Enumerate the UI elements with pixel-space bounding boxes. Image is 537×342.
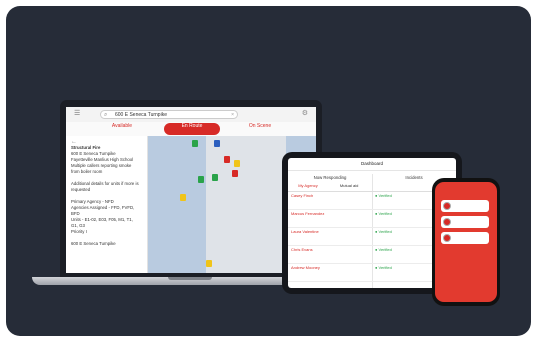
responder-row[interactable]: Andrew Mooney (288, 264, 372, 282)
dashboard-title: Dashboard (288, 158, 456, 171)
settings-icon[interactable]: ⚙ (302, 109, 308, 119)
responder-name: Laura Valentine (291, 229, 319, 234)
incident-avatar-icon (443, 234, 451, 242)
responder-name: Chris Evans (291, 247, 313, 252)
responder-name: Marcus Fernandez (291, 211, 325, 216)
address-search-value: 600 E Seneca Turnpike (115, 112, 167, 118)
phone-incident-card[interactable] (441, 200, 489, 212)
map-water (148, 136, 206, 273)
incident-avatar-icon (443, 218, 451, 226)
map-pin-icon[interactable] (232, 170, 238, 177)
map-pin-icon[interactable] (198, 176, 204, 183)
responder-status-bar: Available En Route On Scene (66, 122, 316, 137)
map-pin-icon[interactable] (192, 140, 198, 147)
now-responding-column: Now Responding My Agency Mutual aid Case… (288, 174, 373, 288)
incident-detail-line: 600 E Seneca Turnpike (71, 241, 116, 246)
map-pin-icon[interactable] (212, 174, 218, 181)
menu-icon[interactable]: ☰ (74, 110, 80, 118)
phone-display (435, 182, 497, 302)
address-search-input[interactable]: ⌕ 600 E Seneca Turnpike × (100, 110, 238, 119)
status-on-scene-label: On Scene (248, 123, 272, 129)
laptop-notch (168, 277, 212, 280)
search-icon: ⌕ (104, 112, 108, 118)
responder-list: Casey Finch Marcus Fernandez Laura Valenti… (288, 192, 372, 282)
map-pin-icon[interactable] (180, 194, 186, 201)
map-pin-icon[interactable] (206, 260, 212, 267)
responder-row[interactable]: Chris Evans (288, 246, 372, 264)
app-top-bar: ☰ ⌕ 600 E Seneca Turnpike × ⚙ (66, 107, 316, 123)
incident-details-text: Structural Fire 600 E Seneca Turnpike Faye… (71, 145, 142, 247)
status-en-route-label: En Route (181, 123, 203, 129)
phone-incident-card[interactable] (441, 232, 489, 244)
responder-row[interactable]: Marcus Fernandez (288, 210, 372, 228)
laptop-display: ☰ ⌕ 600 E Seneca Turnpike × ⚙ Available … (66, 107, 316, 273)
responder-name: Casey Finch (291, 193, 314, 198)
status-available-label: Available (111, 123, 133, 129)
responder-row[interactable]: Casey Finch (288, 192, 372, 210)
incident-avatar-icon (443, 202, 451, 210)
tablet-display: Dashboard Now Responding My Agency Mutua… (288, 158, 456, 288)
map-pin-icon[interactable] (234, 160, 240, 167)
phone-incident-card[interactable] (441, 216, 489, 228)
responder-row[interactable]: Laura Valentine (288, 228, 372, 246)
map-pin-icon[interactable] (214, 140, 220, 147)
agency-tabs: My Agency Mutual aid (288, 182, 372, 192)
tab-my-agency[interactable]: My Agency (288, 182, 328, 190)
status-en-route-button[interactable]: En Route (164, 123, 220, 135)
clear-search-icon[interactable]: × (231, 111, 234, 120)
incident-details-panel: ← Structural Fire 600 E Seneca Turnpike Fa… (66, 136, 148, 273)
status-available-button[interactable]: Available (94, 123, 150, 135)
status-on-scene-button[interactable]: On Scene (232, 123, 288, 135)
map-pin-icon[interactable] (224, 156, 230, 163)
tab-mutual-aid[interactable]: Mutual aid (329, 182, 369, 190)
now-responding-header: Now Responding (313, 175, 347, 180)
incident-detail-line: Agencies Assigned - FFD, FVFD, BFD (71, 205, 135, 216)
tab-incidents-primary[interactable] (372, 182, 412, 190)
responder-name: Andrew Mooney (291, 265, 320, 270)
